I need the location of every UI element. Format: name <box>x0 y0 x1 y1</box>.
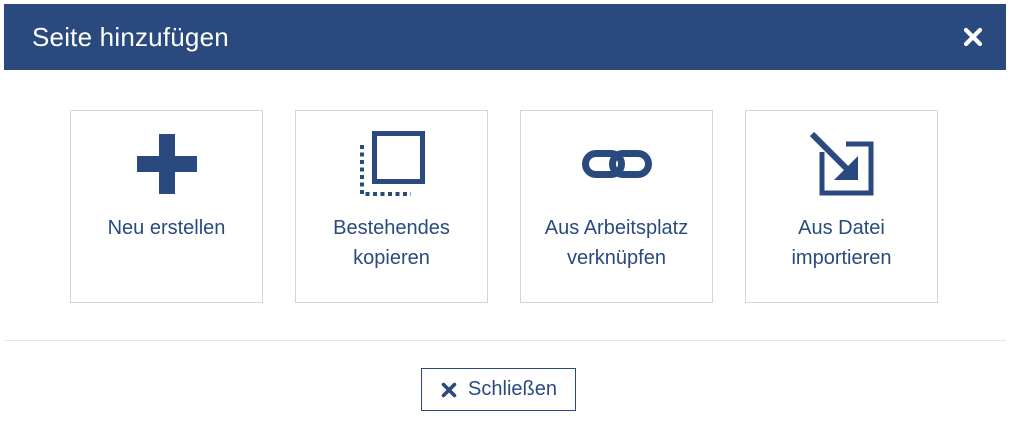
footer-divider <box>4 340 1006 341</box>
option-copy-existing[interactable]: Bestehendes kopieren <box>295 110 488 303</box>
option-import-file[interactable]: Aus Datei importieren <box>745 110 938 303</box>
option-new-label: Neu erstellen <box>107 217 226 239</box>
close-button-label: Schließen <box>468 378 557 400</box>
link-icon <box>521 131 712 197</box>
close-button[interactable]: Schließen <box>421 368 576 411</box>
add-page-dialog: Seite hinzufügen Neu erstellen Bestehend… <box>4 4 1006 439</box>
copy-icon <box>296 131 487 197</box>
import-icon <box>746 131 937 197</box>
dialog-header: Seite hinzufügen <box>4 4 1006 70</box>
close-x-icon[interactable] <box>962 26 984 48</box>
option-copy-label: Bestehendes kopieren <box>333 217 450 269</box>
option-import-label: Aus Datei importieren <box>791 217 892 269</box>
option-new[interactable]: Neu erstellen <box>70 110 263 303</box>
plus-icon <box>71 131 262 197</box>
close-x-icon <box>440 381 458 399</box>
option-link-label: Aus Arbeitsplatz verknüpfen <box>544 217 689 269</box>
dialog-title: Seite hinzufügen <box>32 21 229 52</box>
option-cards: Neu erstellen Bestehendes kopieren Aus A… <box>4 110 1006 306</box>
option-link-workspace[interactable]: Aus Arbeitsplatz verknüpfen <box>520 110 713 303</box>
